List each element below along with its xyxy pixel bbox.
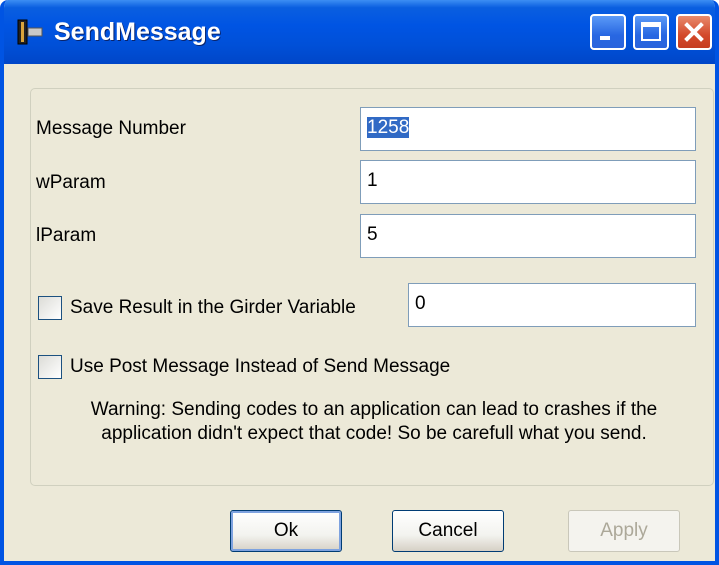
maximize-icon	[641, 22, 661, 41]
save-result-label[interactable]: Save Result in the Girder Variable	[70, 297, 356, 319]
wparam-field[interactable]: 1	[360, 160, 696, 204]
minimize-icon	[600, 36, 610, 40]
sendmessage-dialog: SendMessage Message Number 1258 wParam 1…	[0, 0, 719, 565]
lparam-field[interactable]: 5	[360, 214, 696, 258]
ok-button[interactable]: Ok	[230, 510, 342, 552]
save-result-checkbox[interactable]	[38, 296, 62, 320]
post-message-label[interactable]: Use Post Message Instead of Send Message	[70, 356, 450, 378]
close-button[interactable]	[676, 14, 712, 50]
window-title: SendMessage	[54, 18, 221, 46]
warning-line-2: application didn't expect that code! So …	[101, 423, 647, 444]
app-icon	[16, 17, 44, 47]
message-number-label: Message Number	[36, 118, 186, 139]
warning-text: Warning: Sending codes to an application…	[44, 398, 704, 446]
message-number-field[interactable]: 1258	[360, 107, 696, 151]
wparam-label: wParam	[36, 172, 106, 193]
minimize-button[interactable]	[590, 14, 626, 50]
girder-variable-field[interactable]: 0	[408, 283, 696, 327]
title-bar[interactable]: SendMessage	[4, 0, 715, 64]
post-message-checkbox[interactable]	[38, 355, 62, 379]
cancel-button[interactable]: Cancel	[392, 510, 504, 552]
lparam-label: lParam	[36, 225, 97, 246]
warning-line-1: Warning: Sending codes to an application…	[90, 399, 658, 420]
apply-button[interactable]: Apply	[568, 510, 680, 552]
maximize-button[interactable]	[633, 14, 669, 50]
close-icon	[684, 22, 704, 42]
